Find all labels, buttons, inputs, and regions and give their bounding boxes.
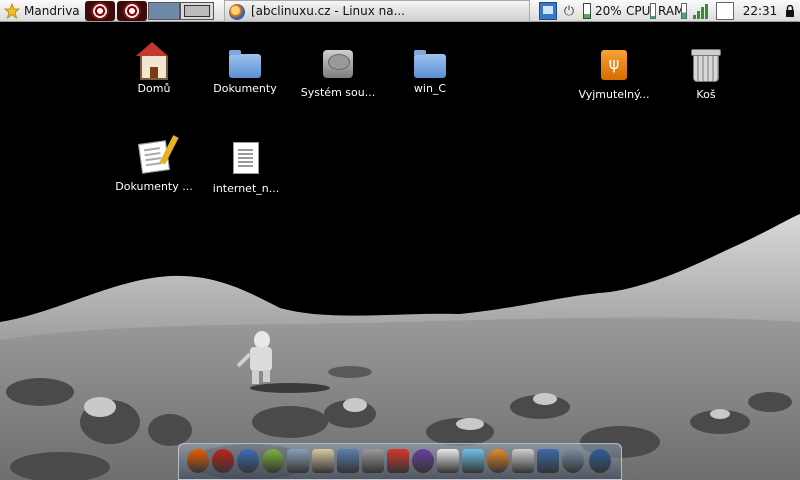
desktop-icon-home[interactable]: Domů xyxy=(109,42,199,97)
text-file-icon xyxy=(233,142,259,174)
firefox-icon xyxy=(229,4,245,20)
media-icon[interactable] xyxy=(562,449,584,473)
eye-icon[interactable] xyxy=(117,1,147,21)
documents-icon xyxy=(138,140,170,174)
desktop-icon-filesystem[interactable]: Systém sou... xyxy=(293,50,383,101)
desktop-icon-win-c[interactable]: win_C xyxy=(385,50,475,97)
lock-icon[interactable] xyxy=(784,0,796,22)
desktop-icon-internet-file[interactable]: internet_n... xyxy=(201,142,291,197)
desktop-icon-label: Koš xyxy=(693,86,719,103)
nvu-icon[interactable] xyxy=(412,449,434,473)
task-title: [abclinuxu.cz - Linux na... xyxy=(251,4,406,18)
cpu-label: CPU xyxy=(626,4,651,18)
workspace-2[interactable] xyxy=(180,2,214,20)
workspace-1[interactable] xyxy=(148,2,180,20)
desktop-icon-label: Dokumenty xyxy=(210,80,280,97)
eye-icon[interactable] xyxy=(85,1,115,21)
ram-meter xyxy=(681,3,687,19)
clock[interactable]: 22:31 xyxy=(743,0,778,22)
desktop-icon-label: win_C xyxy=(410,80,450,97)
opera-icon[interactable] xyxy=(212,449,234,473)
thunderbird-icon[interactable] xyxy=(237,449,259,473)
usb-drive-icon xyxy=(601,50,627,80)
battery-icon[interactable] xyxy=(580,0,594,22)
trash-icon xyxy=(691,49,721,82)
presentation-icon[interactable] xyxy=(337,449,359,473)
network-tool-icon[interactable] xyxy=(462,449,484,473)
star-icon[interactable] xyxy=(2,0,22,22)
notes-icon[interactable] xyxy=(262,449,284,473)
application-dock xyxy=(178,443,622,480)
desktop-icon-label: Vyjmutelný... xyxy=(575,86,653,103)
desktop-icon-documents[interactable]: Dokumenty xyxy=(200,50,290,97)
nvidia-icon[interactable] xyxy=(589,449,611,473)
desktop-icon-removable[interactable]: Vyjmutelný... xyxy=(569,50,659,103)
archiver-icon[interactable] xyxy=(437,449,459,473)
cpu-meter xyxy=(650,3,656,19)
desktop-icon-label: Dokumenty ... xyxy=(112,178,196,195)
battery-percent: 20% xyxy=(595,4,622,18)
desktop-icon-documents-2[interactable]: Dokumenty ... xyxy=(109,140,199,195)
desktop-icon-trash[interactable]: Koš xyxy=(661,49,751,103)
calculator-icon[interactable] xyxy=(362,449,384,473)
vlc-icon[interactable] xyxy=(487,449,509,473)
monitor-icon[interactable] xyxy=(537,449,559,473)
hard-disk-icon xyxy=(323,50,353,78)
folder-icon xyxy=(229,50,261,78)
desktop-icon-label: internet_n... xyxy=(209,180,283,197)
menu-label[interactable]: Mandriva xyxy=(24,0,80,22)
folder-icon xyxy=(414,50,446,78)
taskbar-window-button[interactable]: [abclinuxu.cz - Linux na... xyxy=(224,0,530,22)
window-icon[interactable] xyxy=(716,2,734,20)
files-icon[interactable] xyxy=(287,449,309,473)
top-panel: Mandriva [abclinuxu.cz - Linux na... ⏻ 2… xyxy=(0,0,800,22)
signal-icon[interactable] xyxy=(690,0,708,22)
flag-icon[interactable] xyxy=(387,449,409,473)
home-icon xyxy=(136,42,168,80)
editor-icon[interactable] xyxy=(312,449,334,473)
desktop-icon-label: Systém sou... xyxy=(297,84,379,101)
terminal-icon[interactable] xyxy=(512,449,534,473)
network-icon[interactable] xyxy=(539,2,557,20)
power-icon[interactable]: ⏻ xyxy=(561,0,577,22)
desktop-icon-label: Domů xyxy=(134,80,174,97)
firefox-icon[interactable] xyxy=(187,449,209,473)
